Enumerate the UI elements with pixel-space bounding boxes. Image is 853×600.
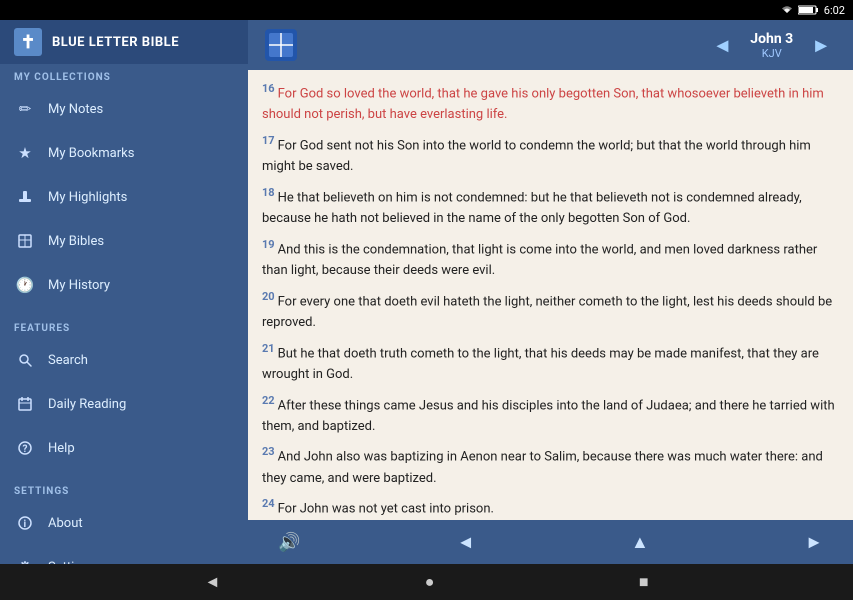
nav-label-my-bibles: My Bibles [48, 234, 104, 249]
verse-text: After these things came Jesus and his di… [262, 398, 835, 434]
app-logo: ✝ [14, 28, 42, 56]
sidebar: ✝ BLUE LETTER BIBLE MY COLLECTIONS ✏ My … [0, 20, 248, 564]
sidebar-item-about[interactable]: i About [0, 501, 248, 545]
next-chapter-button[interactable]: ► [803, 29, 839, 62]
daily-reading-icon [14, 393, 36, 415]
settings-icon: ⚙ [14, 556, 36, 564]
battery-icon [798, 5, 820, 15]
bibles-icon [14, 230, 36, 252]
book-name: John 3 [750, 31, 793, 47]
system-nav: ◄ ● ■ [0, 564, 853, 600]
verse-number: 17 [262, 134, 275, 147]
verse-19[interactable]: 19And this is the condemnation, that lig… [262, 236, 839, 282]
nav-label-search: Search [48, 353, 88, 368]
cross-icon: ✝ [20, 32, 35, 53]
help-icon: ? [14, 437, 36, 459]
svg-text:i: i [24, 519, 27, 530]
bookmarks-icon: ★ [14, 142, 36, 164]
status-icons: 6:02 [780, 4, 845, 17]
app-container: ✝ BLUE LETTER BIBLE MY COLLECTIONS ✏ My … [0, 20, 853, 564]
verse-text: He that believeth on him is not condemne… [262, 190, 802, 226]
verse-text: But he that doeth truth cometh to the li… [262, 346, 819, 382]
verse-text-highlighted: For God so loved the world, that he gave… [262, 86, 824, 122]
section-label-features: FEATURES [0, 315, 248, 338]
nav-label-my-notes: My Notes [48, 102, 103, 117]
content-header: ◄ John 3 KJV ► [248, 20, 853, 70]
sidebar-item-my-highlights[interactable]: My Highlights [0, 175, 248, 219]
svg-text:?: ? [23, 444, 28, 455]
verse-number: 20 [262, 290, 275, 303]
sidebar-item-settings[interactable]: ⚙ Settings [0, 545, 248, 564]
book-title-block: John 3 KJV [750, 31, 793, 60]
recent-nav-button[interactable]: ■ [639, 572, 649, 592]
verse-20[interactable]: 20For every one that doeth evil hateth t… [262, 288, 839, 334]
app-title: BLUE LETTER BIBLE [52, 35, 179, 50]
section-label-collections: MY COLLECTIONS [0, 64, 248, 87]
nav-label-help: Help [48, 441, 75, 456]
forward-button[interactable]: ► [795, 526, 833, 559]
verse-text: And John also was baptizing in Aenon nea… [262, 450, 823, 486]
back-nav-button[interactable]: ◄ [204, 572, 220, 592]
verse-number: 24 [262, 497, 275, 510]
verse-18[interactable]: 18He that believeth on him is not condem… [262, 184, 839, 230]
sidebar-item-daily-reading[interactable]: Daily Reading [0, 382, 248, 426]
verse-text: For every one that doeth evil hateth the… [262, 294, 832, 330]
highlights-icon [14, 186, 36, 208]
book-nav: ◄ John 3 KJV ► [704, 29, 839, 62]
verse-22[interactable]: 22After these things came Jesus and his … [262, 392, 839, 438]
sidebar-item-my-bibles[interactable]: My Bibles [0, 219, 248, 263]
verse-23[interactable]: 23And John also was baptizing in Aenon n… [262, 443, 839, 489]
wifi-icon [780, 5, 794, 15]
search-icon [14, 349, 36, 371]
sidebar-item-help[interactable]: ? Help [0, 426, 248, 470]
back-button[interactable]: ◄ [447, 526, 485, 559]
main-content: ◄ John 3 KJV ► 16For God so loved the wo… [248, 20, 853, 564]
about-icon: i [14, 512, 36, 534]
nav-label-daily-reading: Daily Reading [48, 397, 126, 412]
nav-label-my-history: My History [48, 278, 110, 293]
verse-number: 16 [262, 82, 275, 95]
verse-16[interactable]: 16For God so loved the world, that he ga… [262, 80, 839, 126]
nav-label-about: About [48, 516, 83, 531]
book-version: KJV [750, 47, 793, 60]
history-icon: 🕐 [14, 274, 36, 296]
verse-24[interactable]: 24For John was not yet cast into prison. [262, 495, 839, 520]
verse-number: 21 [262, 342, 275, 355]
verse-text: For John was not yet cast into prison. [278, 502, 494, 517]
verse-text: For God sent not his Son into the world … [262, 138, 811, 174]
speaker-button[interactable]: 🔊 [268, 526, 310, 559]
section-label-settings: SETTINGS [0, 478, 248, 501]
app-header: ✝ BLUE LETTER BIBLE [0, 20, 248, 64]
sidebar-item-my-bookmarks[interactable]: ★ My Bookmarks [0, 131, 248, 175]
verse-number: 19 [262, 238, 275, 251]
verse-21[interactable]: 21But he that doeth truth cometh to the … [262, 340, 839, 386]
verse-number: 18 [262, 186, 275, 199]
prev-chapter-button[interactable]: ◄ [704, 29, 740, 62]
notes-icon: ✏ [14, 98, 36, 120]
up-button[interactable]: ▲ [621, 526, 659, 559]
bible-logo [262, 26, 300, 64]
verse-number: 22 [262, 394, 275, 407]
bible-text[interactable]: 16For God so loved the world, that he ga… [248, 70, 853, 520]
verse-text: And this is the condemnation, that light… [262, 242, 817, 278]
sidebar-item-my-history[interactable]: 🕐 My History [0, 263, 248, 307]
status-bar: 6:02 [0, 0, 853, 20]
verse-number: 23 [262, 445, 275, 458]
sidebar-item-search[interactable]: Search [0, 338, 248, 382]
nav-label-my-bookmarks: My Bookmarks [48, 146, 134, 161]
verse-17[interactable]: 17For God sent not his Son into the worl… [262, 132, 839, 178]
home-nav-button[interactable]: ● [425, 572, 435, 592]
sidebar-item-my-notes[interactable]: ✏ My Notes [0, 87, 248, 131]
bottom-toolbar: 🔊 ◄ ▲ ► [248, 520, 853, 564]
nav-label-my-highlights: My Highlights [48, 190, 127, 205]
status-time: 6:02 [824, 4, 845, 17]
